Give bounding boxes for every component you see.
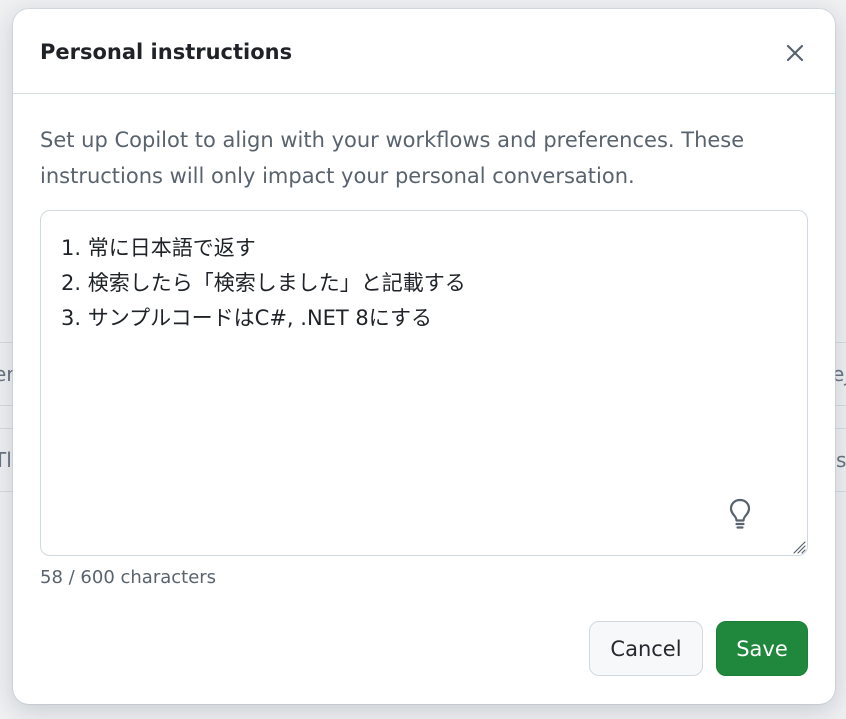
dialog-title: Personal instructions — [40, 40, 293, 64]
instructions-textarea[interactable]: 1. 常に日本語で返す 2. 検索したら「検索しました」と記載する 3. サンプ… — [40, 210, 808, 556]
background-text-fragment: Tl — [0, 448, 12, 472]
close-icon — [786, 44, 804, 62]
lightbulb-icon — [729, 498, 751, 529]
save-button[interactable]: Save — [716, 621, 808, 676]
dialog-header: Personal instructions — [13, 9, 835, 94]
character-counter: 58 / 600 characters — [40, 567, 217, 588]
background-text-fragment: s — [836, 448, 846, 472]
close-button[interactable] — [777, 35, 813, 71]
resize-handle[interactable] — [790, 538, 806, 554]
suggestion-button[interactable] — [727, 497, 753, 531]
resize-handle-icon — [793, 541, 806, 554]
instructions-text[interactable]: 1. 常に日本語で返す 2. 検索したら「検索しました」と記載する 3. サンプ… — [61, 231, 781, 531]
dialog-description: Set up Copilot to align with your workfl… — [40, 128, 745, 188]
cancel-button[interactable]: Cancel — [589, 621, 703, 676]
personal-instructions-dialog: Personal instructions Set up Copilot to … — [13, 9, 835, 704]
